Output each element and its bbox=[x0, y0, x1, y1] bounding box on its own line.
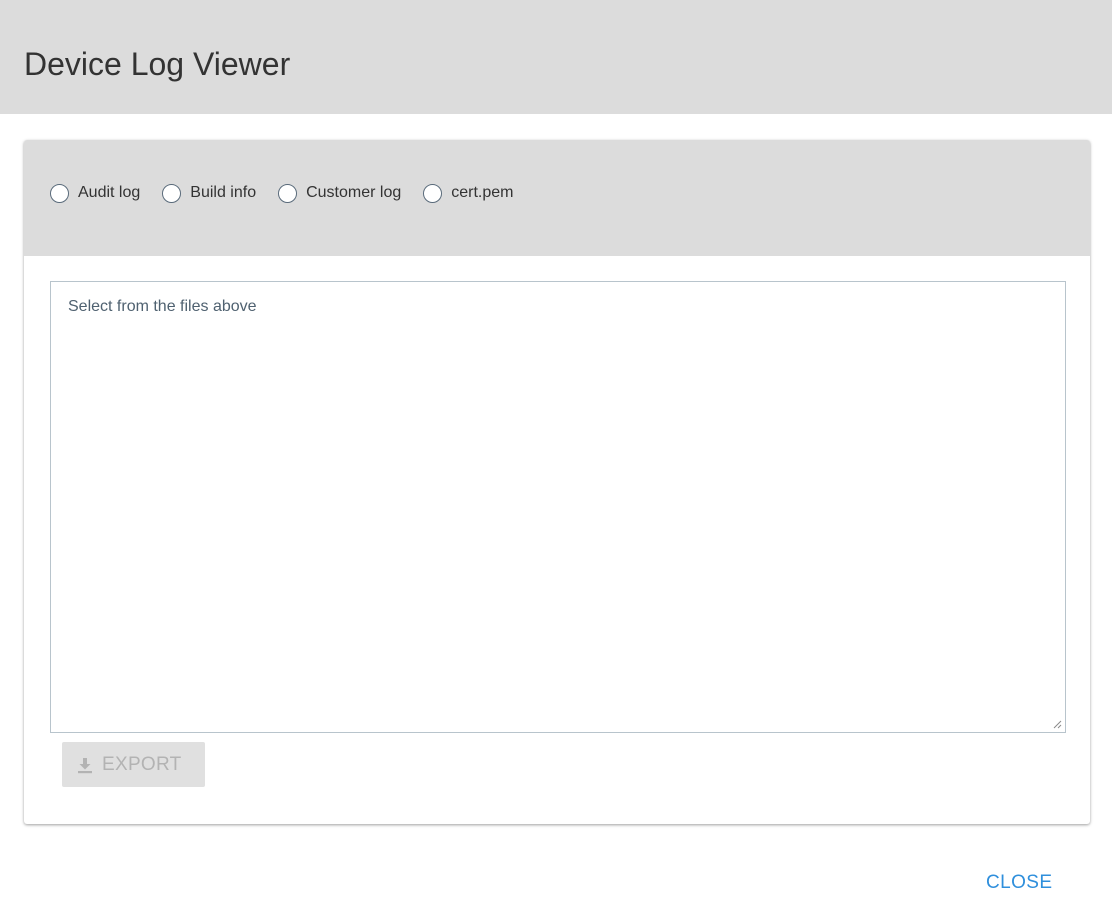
radio-button[interactable] bbox=[162, 183, 182, 203]
file-radio-group: Audit log Build info Customer log cert.p… bbox=[50, 182, 536, 204]
radio-option-audit-log[interactable]: Audit log bbox=[50, 183, 141, 203]
radio-button[interactable] bbox=[278, 183, 298, 203]
download-icon bbox=[78, 757, 92, 773]
radio-option-cert-pem[interactable]: cert.pem bbox=[423, 183, 514, 203]
log-textarea[interactable]: Select from the files above bbox=[50, 281, 1066, 733]
radio-label: Customer log bbox=[306, 184, 402, 201]
radio-option-build-info[interactable]: Build info bbox=[162, 183, 257, 203]
export-button-label: EXPORT bbox=[102, 753, 182, 775]
radio-button[interactable] bbox=[50, 183, 69, 203]
log-card: Audit log Build info Customer log cert.p… bbox=[24, 140, 1090, 824]
dialog-title: Device Log Viewer bbox=[24, 46, 291, 82]
log-placeholder-text: Select from the files above bbox=[68, 298, 257, 315]
radio-label: Build info bbox=[190, 184, 257, 201]
radio-label: Audit log bbox=[78, 184, 141, 201]
dialog-header: Device Log Viewer bbox=[0, 0, 1112, 114]
export-button[interactable]: EXPORT bbox=[62, 742, 205, 787]
resize-handle-icon[interactable] bbox=[1052, 719, 1062, 729]
close-button[interactable]: CLOSE bbox=[986, 872, 1052, 900]
radio-button[interactable] bbox=[423, 183, 443, 203]
radio-label: cert.pem bbox=[451, 184, 514, 201]
radio-option-customer-log[interactable]: Customer log bbox=[278, 183, 402, 203]
file-selector-bar: Audit log Build info Customer log cert.p… bbox=[24, 140, 1090, 256]
log-viewer-dialog: Device Log Viewer Audit log Build info C… bbox=[0, 0, 1112, 900]
